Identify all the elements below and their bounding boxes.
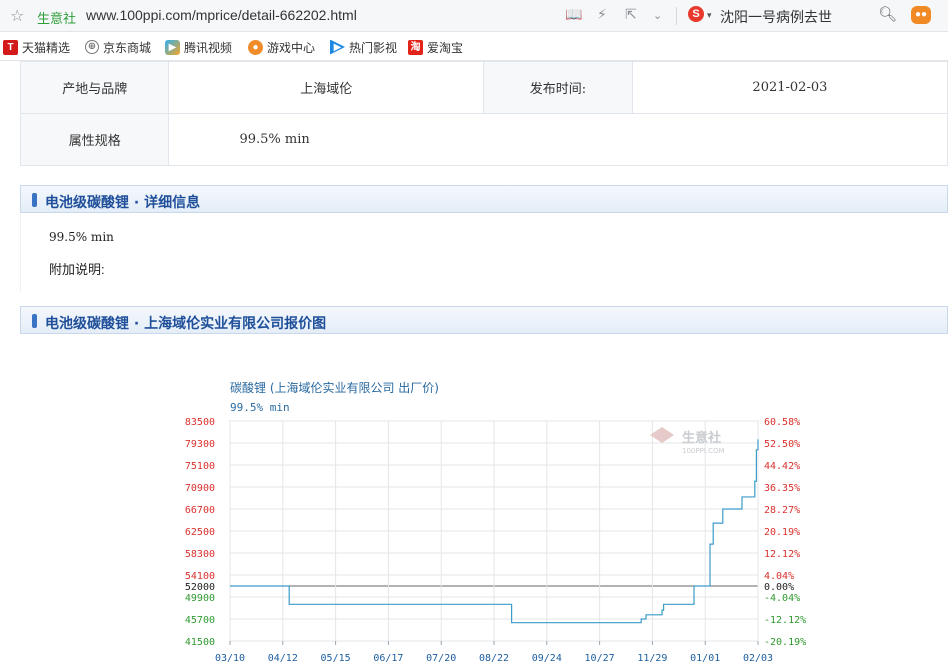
game-center-icon: ● xyxy=(248,39,263,55)
bookmark-label: 京东商城 xyxy=(103,40,152,55)
table-row: 产地与品牌 上海域伦 发布时间: 2021-02-03 xyxy=(19,61,948,114)
play-icon: ▶ xyxy=(330,39,345,55)
x-tick-label: 11/29 xyxy=(637,653,667,664)
section-title: 电池级碳酸锂 · 详细信息 xyxy=(45,195,201,211)
x-tick-label: 06/17 xyxy=(373,653,403,664)
y-tick-label-right: -20.19% xyxy=(764,637,806,648)
y-tick-label-right: -4.04% xyxy=(764,593,800,604)
bookmark-tencent-video[interactable]: ▶ 腾讯视频 xyxy=(165,39,232,55)
x-tick-label: 03/10 xyxy=(215,653,245,664)
search-engine-dropdown-icon[interactable]: ▾ xyxy=(707,10,712,21)
tmall-icon: T xyxy=(3,39,18,55)
y-tick-label-right: 60.58% xyxy=(764,417,800,428)
bookmark-tmall[interactable]: T 天猫精选 xyxy=(3,39,70,55)
origin-label: 产地与品牌 xyxy=(19,61,170,114)
y-tick-label-left: 70900 xyxy=(185,483,215,494)
bookmark-label: 腾讯视频 xyxy=(184,40,233,55)
y-tick-label-left: 83500 xyxy=(185,417,215,428)
bolt-icon[interactable]: ⚡ xyxy=(597,6,607,23)
x-tick-label: 07/20 xyxy=(426,653,456,664)
publish-label: 发布时间: xyxy=(483,61,633,114)
y-tick-label-right: 36.35% xyxy=(764,483,800,494)
taobao-icon: 淘 xyxy=(408,39,423,55)
search-input[interactable]: 沈阳一号病例去世 xyxy=(720,7,832,27)
y-tick-label-left: 45700 xyxy=(185,615,215,626)
site-name[interactable]: 生意社 xyxy=(37,8,76,27)
search-engine-icon[interactable]: S xyxy=(688,6,704,22)
y-tick-label-right: 12.12% xyxy=(764,549,800,560)
bookmark-ai-taobao[interactable]: 淘爱淘宝 xyxy=(408,39,463,55)
y-tick-label-left: 66700 xyxy=(185,505,215,516)
bookmarks-bar: T 天猫精选 ⊕ 京东商城 ▶ 腾讯视频 ● 游戏中心 ▶ 热门影视 淘爱淘宝 xyxy=(0,33,948,61)
url-field[interactable]: www.100ppi.com/mprice/detail-662202.html xyxy=(86,7,357,23)
bookmark-jd[interactable]: ⊕ 京东商城 xyxy=(85,39,151,55)
price-chart: 碳酸锂 (上海域伦实业有限公司 出厂价) 99.5% min 83500 60.5… xyxy=(0,370,948,669)
bookmark-label: 游戏中心 xyxy=(267,40,316,55)
x-tick-label: 02/03 xyxy=(743,653,773,664)
address-bar: ☆ 生意社 www.100ppi.com/mprice/detail-66220… xyxy=(0,0,948,32)
watermark-subtext: 100PPI.COM xyxy=(682,447,725,455)
bookmark-label: 天猫精选 xyxy=(22,40,71,55)
y-tick-label-left: 79300 xyxy=(185,439,215,450)
y-tick-label-left: 49900 xyxy=(185,593,215,604)
chevron-down-icon[interactable]: ⌄ xyxy=(653,9,662,22)
section-bar-icon xyxy=(32,314,37,328)
section-title: 电池级碳酸锂 · 上海域伦实业有限公司报价图 xyxy=(45,316,327,332)
y-tick-label-right: 4.04% xyxy=(764,571,794,582)
detail-section-header: 电池级碳酸锂 · 详细信息 xyxy=(20,185,948,213)
x-tick-label: 10/27 xyxy=(585,653,615,664)
divider xyxy=(676,7,677,25)
share-icon[interactable]: ⇱ xyxy=(625,6,637,23)
x-tick-label: 08/22 xyxy=(479,653,509,664)
x-tick-label: 04/12 xyxy=(268,653,298,664)
detail-box xyxy=(20,214,948,292)
y-tick-label-right: -12.12% xyxy=(764,615,806,626)
x-tick-label: 09/24 xyxy=(532,653,562,664)
y-tick-label-left: 75100 xyxy=(185,461,215,472)
reader-icon[interactable]: 📖 xyxy=(565,6,582,23)
publish-value: 2021-02-03 xyxy=(631,61,948,114)
detail-spec: 99.5% min xyxy=(49,230,114,244)
y-tick-label-right: 20.19% xyxy=(764,527,800,538)
y-tick-label-left: 52000 xyxy=(185,582,215,593)
y-tick-label-right: 52.50% xyxy=(764,439,800,450)
y-tick-label-left: 62500 xyxy=(185,527,215,538)
game-icon[interactable]: ●● xyxy=(911,6,931,24)
chart-section-header: 电池级碳酸锂 · 上海域伦实业有限公司报价图 xyxy=(20,306,948,334)
star-icon[interactable]: ☆ xyxy=(10,6,24,26)
y-tick-label-left: 41500 xyxy=(185,637,215,648)
globe-icon: ⊕ xyxy=(85,40,99,54)
bookmark-hot-movies[interactable]: ▶ 热门影视 xyxy=(330,39,397,55)
origin-value: 上海域伦 xyxy=(168,61,485,114)
table-row: 属性规格 99.5% min xyxy=(19,113,948,166)
section-bar-icon xyxy=(32,193,37,207)
search-icon[interactable]: 🔍︎ xyxy=(878,5,897,23)
bookmark-label: 热门影视 xyxy=(349,40,398,55)
bookmark-game-center[interactable]: ● 游戏中心 xyxy=(248,39,315,55)
play-icon: ▶ xyxy=(165,39,180,55)
bookmark-label: 爱淘宝 xyxy=(427,40,464,55)
chart-svg: 83500 60.58% 79300 52.50% 75100 44.42% 70900 36… xyxy=(185,417,806,664)
y-tick-label-left: 58300 xyxy=(185,549,215,560)
y-tick-label-right: 28.27% xyxy=(764,505,800,516)
spec-value: 99.5% min xyxy=(168,113,948,166)
watermark-text: 生意社 xyxy=(682,430,721,446)
product-info-table: 产地与品牌 上海域伦 发布时间: 2021-02-03 属性规格 99.5% m… xyxy=(19,61,948,166)
y-tick-label-right: 0.00% xyxy=(764,582,794,593)
x-tick-label: 05/15 xyxy=(321,653,351,664)
x-tick-label: 01/01 xyxy=(690,653,720,664)
y-tick-label-left: 54100 xyxy=(185,571,215,582)
y-tick-label-right: 44.42% xyxy=(764,461,800,472)
spec-label: 属性规格 xyxy=(19,113,170,166)
detail-note-label: 附加说明: xyxy=(49,262,105,277)
